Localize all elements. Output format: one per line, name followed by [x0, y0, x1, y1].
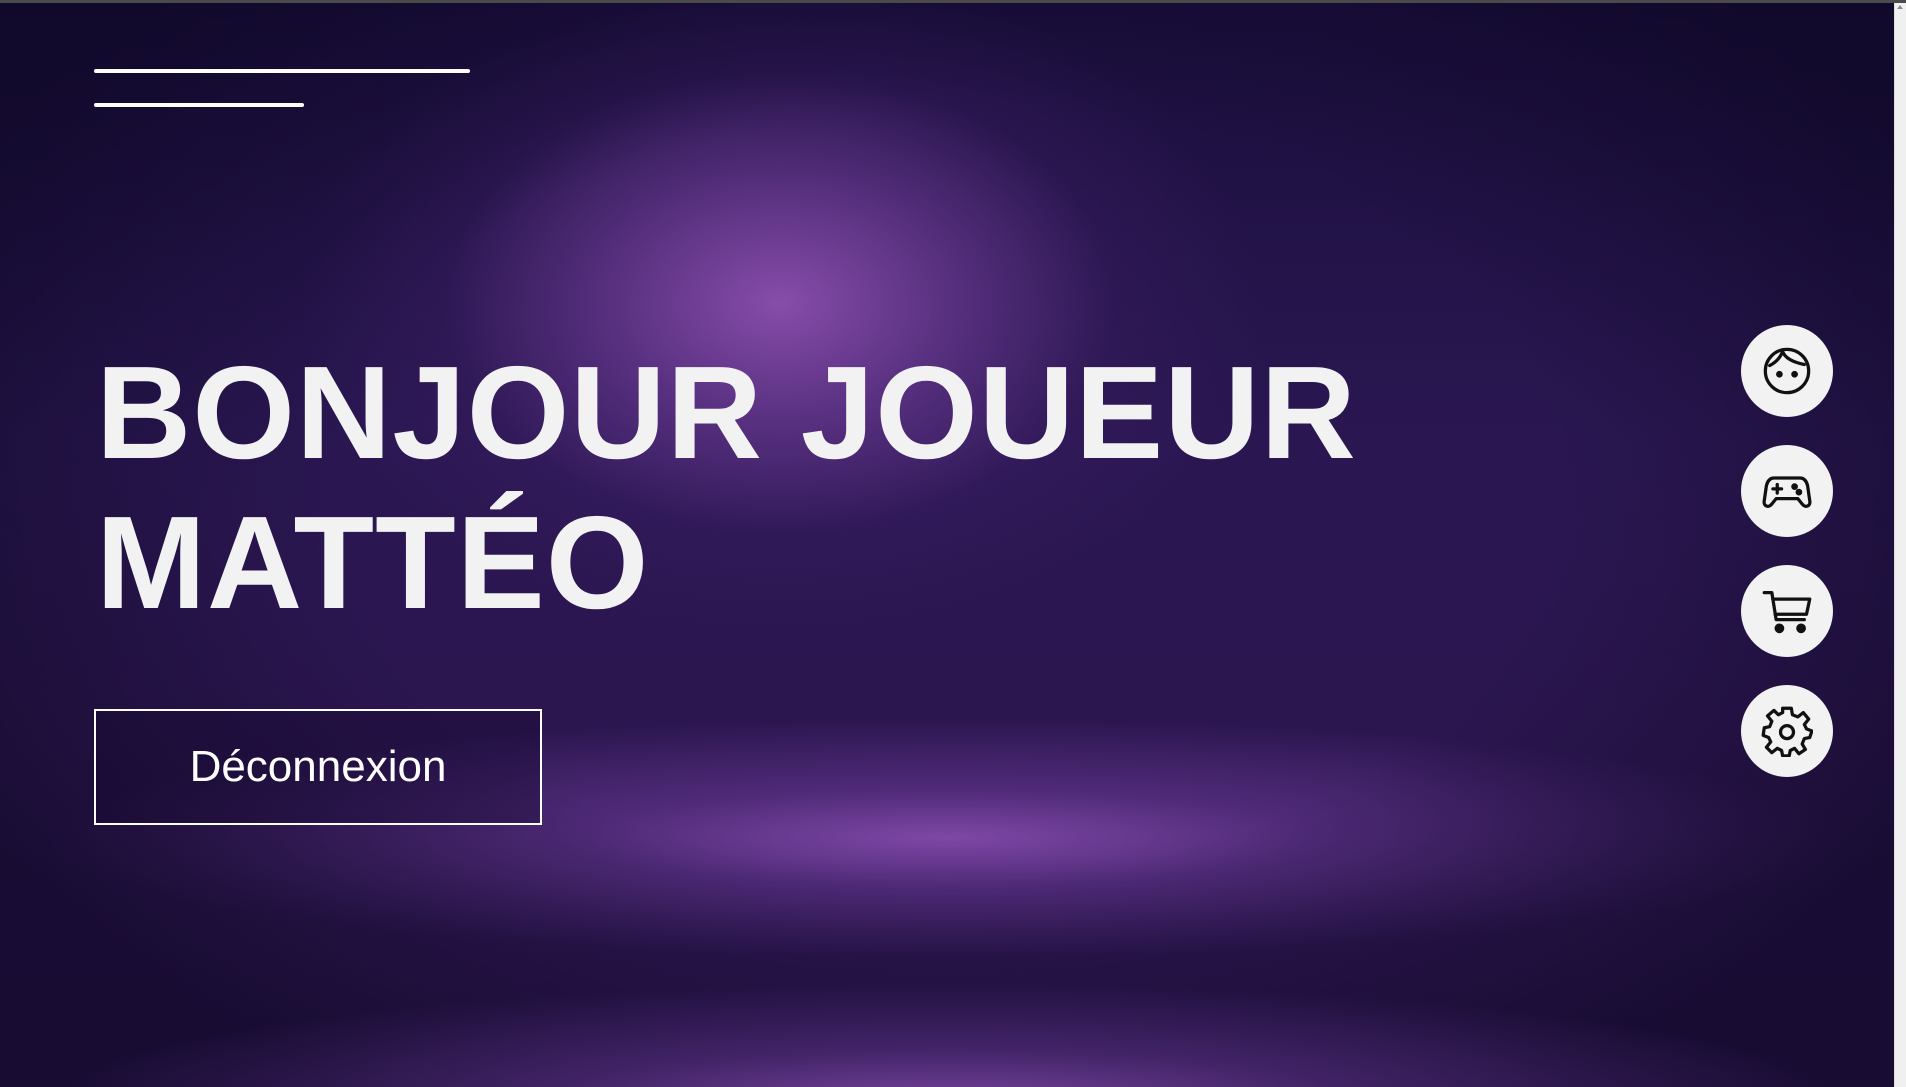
scroll-up-arrow-icon[interactable]	[1897, 5, 1903, 9]
nav-games-button[interactable]	[1741, 445, 1833, 537]
menu-toggle[interactable]	[94, 69, 474, 114]
nav-settings-button[interactable]	[1741, 685, 1833, 777]
greeting-line-1: BONJOUR JOUEUR	[96, 339, 1357, 486]
cart-icon	[1762, 590, 1812, 634]
vertical-scrollbar[interactable]	[1894, 3, 1906, 1087]
menu-line-bottom	[94, 103, 304, 107]
greeting-line-2: MATTÉO	[96, 489, 650, 636]
menu-line-top	[94, 69, 470, 73]
greeting-title: BONJOUR JOUEUR MATTÉO	[96, 338, 1357, 638]
gamepad-icon	[1762, 476, 1812, 508]
logout-button-label: Déconnexion	[189, 742, 447, 791]
logout-button[interactable]: Déconnexion	[94, 709, 542, 825]
face-icon	[1763, 347, 1811, 395]
nav-shop-button[interactable]	[1741, 565, 1833, 657]
side-nav	[1741, 325, 1833, 805]
gear-icon	[1761, 706, 1813, 757]
home-screen: BONJOUR JOUEUR MATTÉO Déconnexion	[0, 3, 1895, 1087]
nav-profile-button[interactable]	[1741, 325, 1833, 417]
